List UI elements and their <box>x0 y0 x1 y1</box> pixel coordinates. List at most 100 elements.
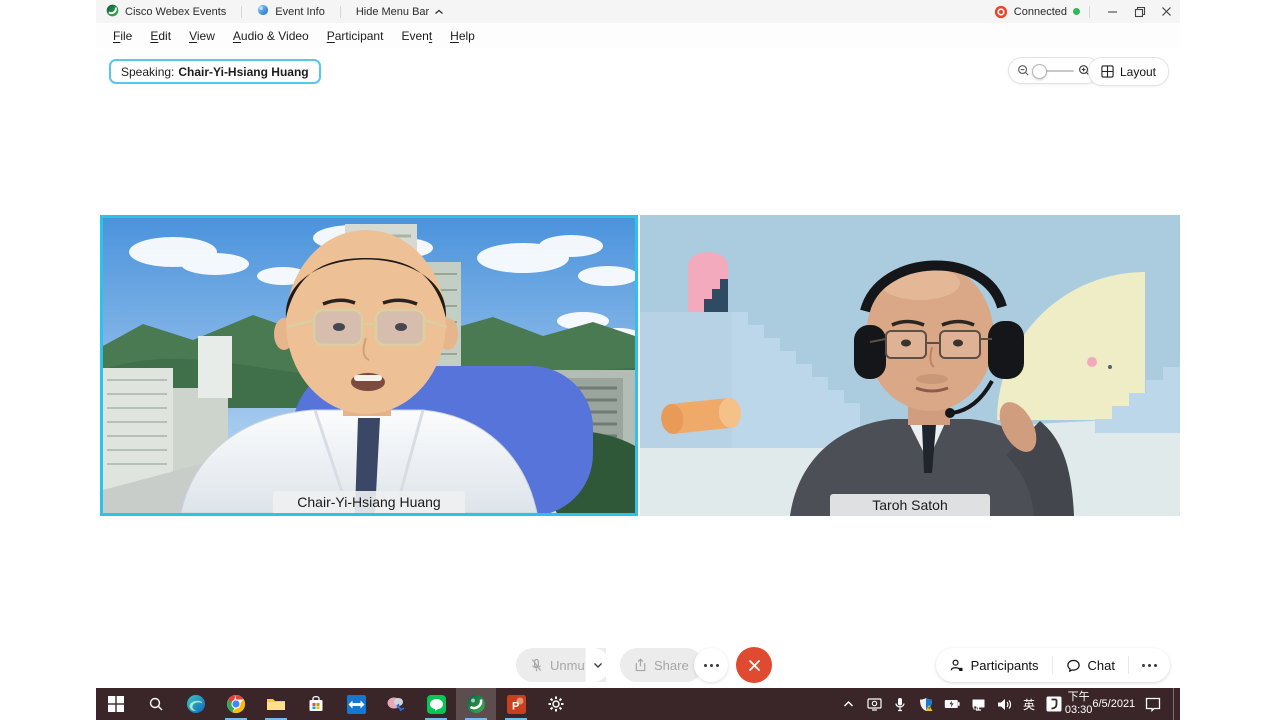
taskbar-powerpoint[interactable]: P <box>496 688 536 720</box>
webex-logo-icon <box>106 4 119 20</box>
tray-battery[interactable] <box>939 688 965 720</box>
taskbar-microsoft-store[interactable] <box>296 688 336 720</box>
menu-file[interactable]: File <box>104 29 141 43</box>
action-center-button[interactable] <box>1133 688 1173 720</box>
chrome-icon <box>226 694 246 714</box>
brain-app-icon <box>386 695 406 713</box>
panel-buttons: Participants Chat <box>936 648 1170 682</box>
tray-network[interactable] <box>965 688 991 720</box>
tray-microphone[interactable] <box>887 688 913 720</box>
gear-icon <box>547 695 565 713</box>
microphone-icon <box>894 697 906 712</box>
taskbar-file-explorer[interactable] <box>256 688 296 720</box>
unmute-options-button[interactable] <box>585 648 610 682</box>
divider <box>340 6 341 18</box>
event-info-button[interactable]: Event Info <box>275 6 325 18</box>
ethernet-display-icon <box>971 698 986 711</box>
zoom-out-icon[interactable] <box>1017 64 1030 77</box>
hide-menu-bar-button[interactable]: Hide Menu Bar <box>356 6 444 18</box>
video-grid: Chair-Yi-Hsiang Huang <box>96 215 1180 516</box>
taskbar-webex[interactable] <box>456 688 496 720</box>
show-desktop-button[interactable] <box>1173 688 1180 720</box>
more-options-button[interactable] <box>694 648 728 682</box>
chat-icon <box>1066 658 1081 673</box>
zoom-slider[interactable] <box>1034 70 1074 72</box>
menu-edit[interactable]: Edit <box>141 29 180 43</box>
svg-text:P: P <box>512 700 519 712</box>
tray-security[interactable] <box>913 688 939 720</box>
taskbar-settings[interactable] <box>536 688 576 720</box>
layout-button[interactable]: Layout <box>1088 57 1169 86</box>
start-button[interactable] <box>96 688 136 720</box>
participant-name-label: Taroh Satoh <box>830 494 990 516</box>
ime-mode-icon <box>1046 696 1062 712</box>
connection-status: Connected <box>1014 6 1067 18</box>
taskbar-medical-app[interactable] <box>376 688 416 720</box>
windows-logo-icon <box>108 696 124 712</box>
notification-icon <box>1145 697 1161 712</box>
more-panels-button[interactable] <box>1129 648 1170 682</box>
desktop: Cisco Webex Events Event Info Hide Menu … <box>0 0 1280 720</box>
taskbar-search-button[interactable] <box>136 688 176 720</box>
tray-display-connect[interactable] <box>861 688 887 720</box>
participants-icon <box>949 658 964 673</box>
screen-area: Cisco Webex Events Event Info Hide Menu … <box>96 0 1180 720</box>
window-title: Cisco Webex Events <box>125 6 226 18</box>
close-x-icon <box>748 659 761 672</box>
powerpoint-icon: P <box>507 695 526 714</box>
edge-icon <box>186 694 206 714</box>
menu-event[interactable]: Event <box>392 29 441 43</box>
menu-participant[interactable]: Participant <box>318 29 393 43</box>
menu-audio-video[interactable]: Audio & Video <box>224 29 318 43</box>
chevron-down-icon <box>593 662 603 669</box>
search-icon <box>148 696 164 712</box>
divider <box>1089 6 1090 18</box>
zoom-control <box>1008 57 1100 84</box>
tray-volume[interactable] <box>991 688 1017 720</box>
mic-muted-icon <box>530 658 543 673</box>
clock-time: 下午 03:30 <box>1065 691 1093 717</box>
call-controls: Unmute Share <box>96 647 1180 685</box>
folder-icon <box>266 696 286 712</box>
video-tile-active-speaker[interactable]: Chair-Yi-Hsiang Huang <box>100 215 638 516</box>
webex-icon <box>466 694 486 714</box>
store-bag-icon <box>307 695 325 713</box>
ellipsis-icon <box>1142 664 1157 667</box>
windows-taskbar: P <box>96 688 1180 720</box>
speaker-icon <box>997 698 1012 711</box>
tray-show-hidden-button[interactable] <box>835 688 861 720</box>
event-info-icon <box>257 4 269 19</box>
maximize-button[interactable] <box>1126 0 1153 23</box>
system-tray: 英 下午 03:30 6/5/2021 <box>835 688 1180 720</box>
share-icon <box>634 658 647 672</box>
tray-clock[interactable]: 下午 03:30 6/5/2021 <box>1067 688 1133 720</box>
minimize-button[interactable] <box>1099 0 1126 23</box>
share-button[interactable]: Share <box>620 648 703 682</box>
participant-name-label: Chair-Yi-Hsiang Huang <box>273 491 465 513</box>
participants-button[interactable]: Participants <box>936 648 1052 682</box>
wireless-display-icon <box>867 697 882 711</box>
tray-ime-language[interactable]: 英 <box>1017 688 1041 720</box>
chevron-up-icon <box>434 8 444 16</box>
recording-status-icon <box>994 5 1008 19</box>
video-tile-satoh[interactable]: Taroh Satoh <box>640 215 1180 516</box>
zoom-slider-handle[interactable] <box>1032 64 1047 79</box>
menu-view[interactable]: View <box>180 29 224 43</box>
teamviewer-icon <box>347 695 366 714</box>
ellipsis-icon <box>704 664 719 667</box>
tray-ime-mode[interactable] <box>1041 688 1067 720</box>
menubar: File Edit View Audio & Video Participant… <box>96 23 1180 48</box>
speaking-indicator: Speaking:Chair-Yi-Hsiang Huang <box>109 59 321 84</box>
taskbar-line[interactable] <box>416 688 456 720</box>
clock-date: 6/5/2021 <box>1092 698 1135 711</box>
menu-help[interactable]: Help <box>441 29 484 43</box>
leave-meeting-button[interactable] <box>736 647 772 683</box>
video-scene-huang <box>103 218 635 513</box>
taskbar-teamviewer[interactable] <box>336 688 376 720</box>
chat-button[interactable]: Chat <box>1053 648 1128 682</box>
webex-window: Cisco Webex Events Event Info Hide Menu … <box>96 0 1180 688</box>
taskbar-edge[interactable] <box>176 688 216 720</box>
titlebar: Cisco Webex Events Event Info Hide Menu … <box>96 0 1180 23</box>
taskbar-chrome[interactable] <box>216 688 256 720</box>
close-button[interactable] <box>1153 0 1180 23</box>
